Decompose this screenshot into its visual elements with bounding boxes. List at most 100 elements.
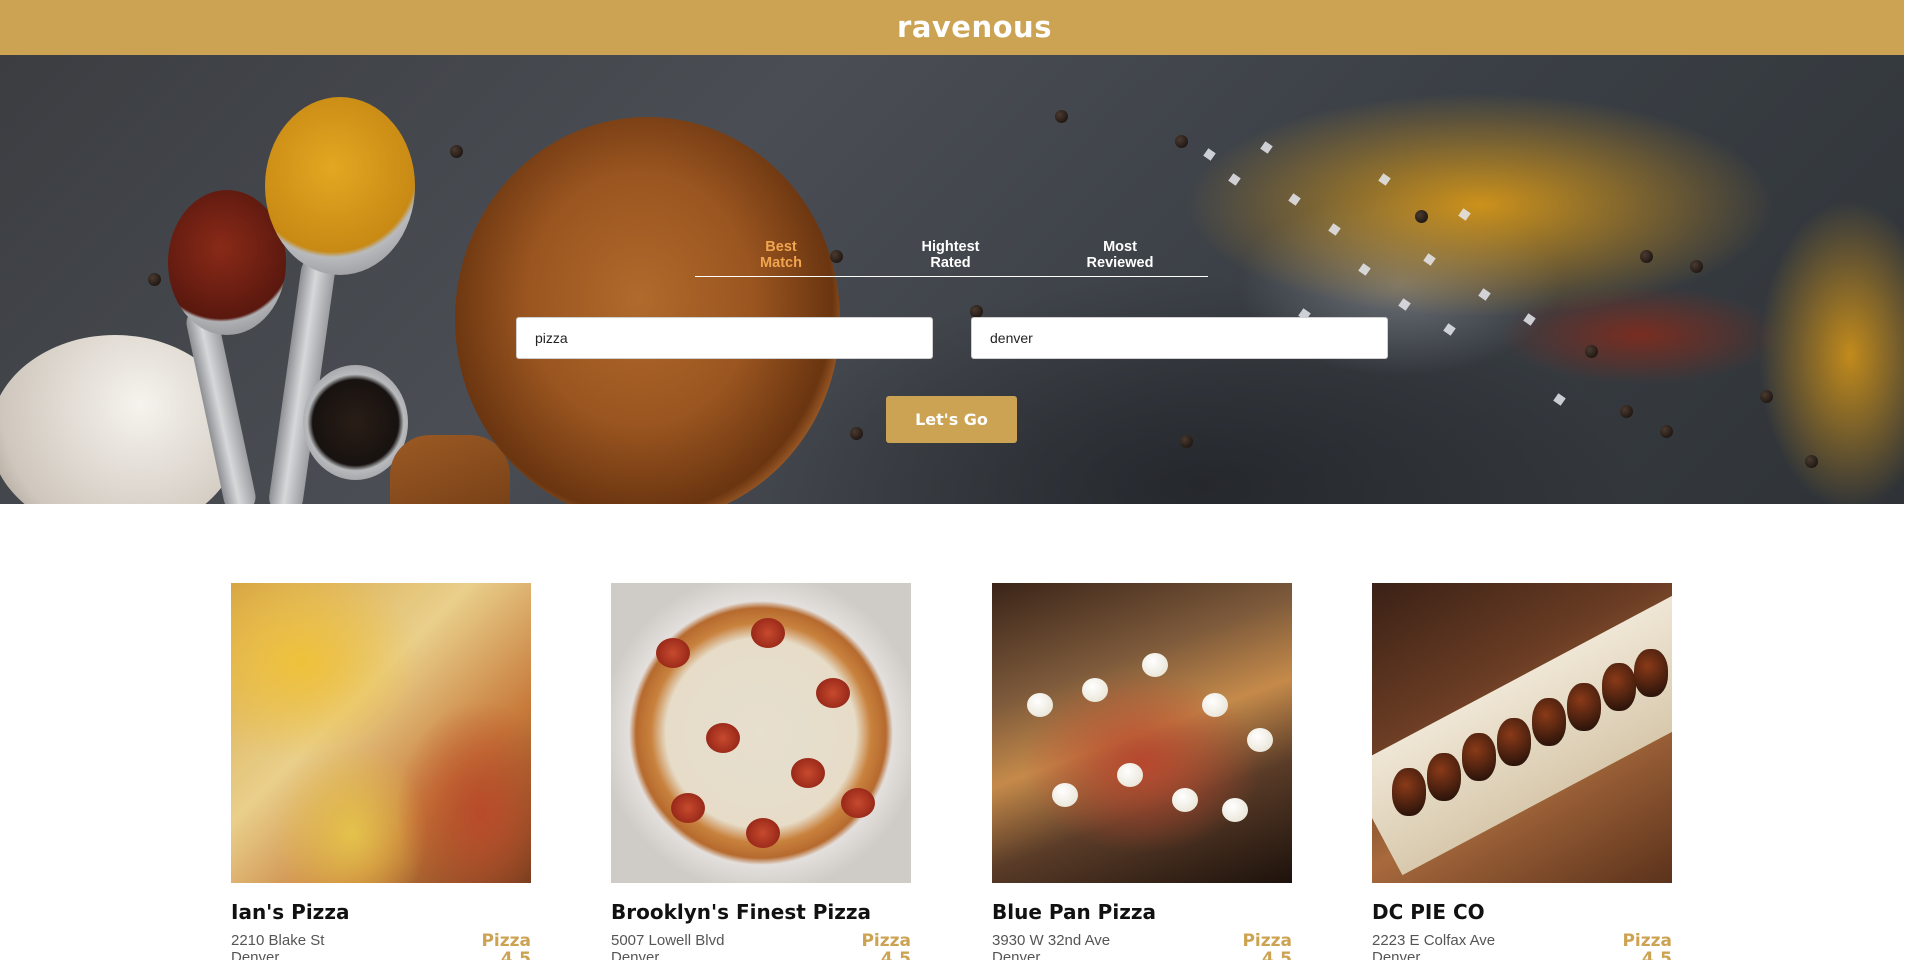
street-address: 2210 Blake St bbox=[231, 932, 325, 949]
business-image[interactable] bbox=[231, 583, 531, 883]
wing bbox=[1392, 768, 1426, 816]
tab-label: Reviewed bbox=[1086, 255, 1154, 271]
business-info: 5007 Lowell Blvd Denver Pizza 4.5 bbox=[611, 932, 911, 960]
business-card[interactable]: DC PIE CO 2223 E Colfax Ave Denver Pizza… bbox=[1372, 583, 1672, 960]
business-address: 2223 E Colfax Ave Denver bbox=[1372, 932, 1495, 960]
peppercorn bbox=[1415, 210, 1428, 223]
peppercorn bbox=[850, 427, 863, 440]
business-name: DC PIE CO bbox=[1372, 900, 1485, 924]
business-name: Ian's Pizza bbox=[231, 900, 350, 924]
business-meta: Pizza 4.5 bbox=[1242, 932, 1292, 960]
topping bbox=[1247, 728, 1273, 752]
salt-crystal bbox=[1398, 298, 1411, 311]
category: Pizza bbox=[481, 931, 531, 951]
wing bbox=[1602, 663, 1636, 711]
city: Denver bbox=[231, 949, 280, 960]
topping bbox=[816, 678, 850, 708]
business-name: Blue Pan Pizza bbox=[992, 900, 1156, 924]
tab-best-match[interactable]: Best Match bbox=[731, 184, 831, 276]
city: Denver bbox=[992, 949, 1041, 960]
salt-crystal bbox=[1203, 148, 1216, 161]
tab-most-reviewed[interactable]: Most Reviewed bbox=[1070, 184, 1170, 276]
peppercorn bbox=[1055, 110, 1068, 123]
rating: 4.5 bbox=[880, 949, 911, 960]
business-info: 2223 E Colfax Ave Denver Pizza 4.5 bbox=[1372, 932, 1672, 960]
city: Denver bbox=[1372, 949, 1421, 960]
topping bbox=[706, 723, 740, 753]
topping bbox=[1142, 653, 1168, 677]
topping bbox=[1117, 763, 1143, 787]
peppercorn bbox=[1620, 405, 1633, 418]
category: Pizza bbox=[1242, 931, 1292, 951]
business-card[interactable]: Blue Pan Pizza 3930 W 32nd Ave Denver Pi… bbox=[992, 583, 1292, 960]
category: Pizza bbox=[1622, 931, 1672, 951]
topping bbox=[1172, 788, 1198, 812]
salt-crystal bbox=[1288, 193, 1301, 206]
wooden-spoon-image bbox=[455, 117, 840, 504]
app-logo: ravenous bbox=[897, 9, 1052, 44]
search-term-input[interactable] bbox=[516, 317, 933, 359]
salt-crystal bbox=[1443, 323, 1456, 336]
business-image[interactable] bbox=[992, 583, 1292, 883]
salt-crystal bbox=[1260, 141, 1273, 154]
search-hero: Best Match Hightest Rated Most Reviewed … bbox=[0, 55, 1904, 504]
business-address: 5007 Lowell Blvd Denver bbox=[611, 932, 724, 960]
business-meta: Pizza 4.5 bbox=[1622, 932, 1672, 960]
peppercorn bbox=[1805, 455, 1818, 468]
street-address: 3930 W 32nd Ave bbox=[992, 932, 1111, 949]
search-location-input[interactable] bbox=[971, 317, 1388, 359]
turmeric-spoon-image bbox=[265, 97, 415, 275]
salt-crystal bbox=[1458, 208, 1471, 221]
wing bbox=[1497, 718, 1531, 766]
business-image[interactable] bbox=[1372, 583, 1672, 883]
peppercorn bbox=[1175, 135, 1188, 148]
wing bbox=[1462, 733, 1496, 781]
page: ravenous Best Match Hightest Rated Most … bbox=[0, 0, 1904, 960]
tab-label: Hightest bbox=[921, 239, 980, 255]
business-meta: Pizza 4.5 bbox=[481, 932, 531, 960]
business-image[interactable] bbox=[611, 583, 911, 883]
lets-go-button[interactable]: Let's Go bbox=[886, 396, 1017, 443]
topping bbox=[751, 618, 785, 648]
category: Pizza bbox=[861, 931, 911, 951]
business-name: Brooklyn's Finest Pizza bbox=[611, 900, 872, 924]
sort-tabs: Best Match Hightest Rated Most Reviewed bbox=[695, 184, 1208, 277]
topping bbox=[1082, 678, 1108, 702]
business-info: 3930 W 32nd Ave Denver Pizza 4.5 bbox=[992, 932, 1292, 960]
business-meta: Pizza 4.5 bbox=[861, 932, 911, 960]
tab-label: Rated bbox=[930, 255, 971, 271]
peppercorn bbox=[1760, 390, 1773, 403]
wing bbox=[1567, 683, 1601, 731]
wooden-spoon-handle-image bbox=[390, 435, 510, 504]
street-address: 5007 Lowell Blvd bbox=[611, 932, 725, 949]
topping bbox=[841, 788, 875, 818]
tab-label: Match bbox=[760, 255, 802, 271]
salt-crystal bbox=[1423, 253, 1436, 266]
topping bbox=[671, 793, 705, 823]
tab-label: Best bbox=[765, 239, 797, 255]
top-header: ravenous bbox=[0, 0, 1904, 55]
tab-label: Most bbox=[1103, 239, 1137, 255]
topping bbox=[656, 638, 690, 668]
topping bbox=[1052, 783, 1078, 807]
tab-highest-rated[interactable]: Hightest Rated bbox=[901, 184, 1001, 276]
business-address: 3930 W 32nd Ave Denver bbox=[992, 932, 1110, 960]
wing bbox=[1634, 649, 1668, 697]
rating: 4.5 bbox=[1641, 949, 1672, 960]
peppercorn bbox=[148, 273, 161, 286]
salt-crystal bbox=[1478, 288, 1491, 301]
wing bbox=[1532, 698, 1566, 746]
peppercorn bbox=[1640, 250, 1653, 263]
salt-crystal bbox=[1553, 393, 1566, 406]
rating: 4.5 bbox=[1261, 949, 1292, 960]
business-address: 2210 Blake St Denver bbox=[231, 932, 324, 960]
salt-crystal bbox=[1378, 173, 1391, 186]
city: Denver bbox=[611, 949, 660, 960]
wing bbox=[1427, 753, 1461, 801]
street-address: 2223 E Colfax Ave bbox=[1372, 932, 1496, 949]
business-card[interactable]: Brooklyn's Finest Pizza 5007 Lowell Blvd… bbox=[611, 583, 911, 960]
rating: 4.5 bbox=[500, 949, 531, 960]
business-card[interactable]: Ian's Pizza 2210 Blake St Denver Pizza 4… bbox=[231, 583, 531, 960]
peppercorn bbox=[1690, 260, 1703, 273]
peppercorn bbox=[1585, 345, 1598, 358]
